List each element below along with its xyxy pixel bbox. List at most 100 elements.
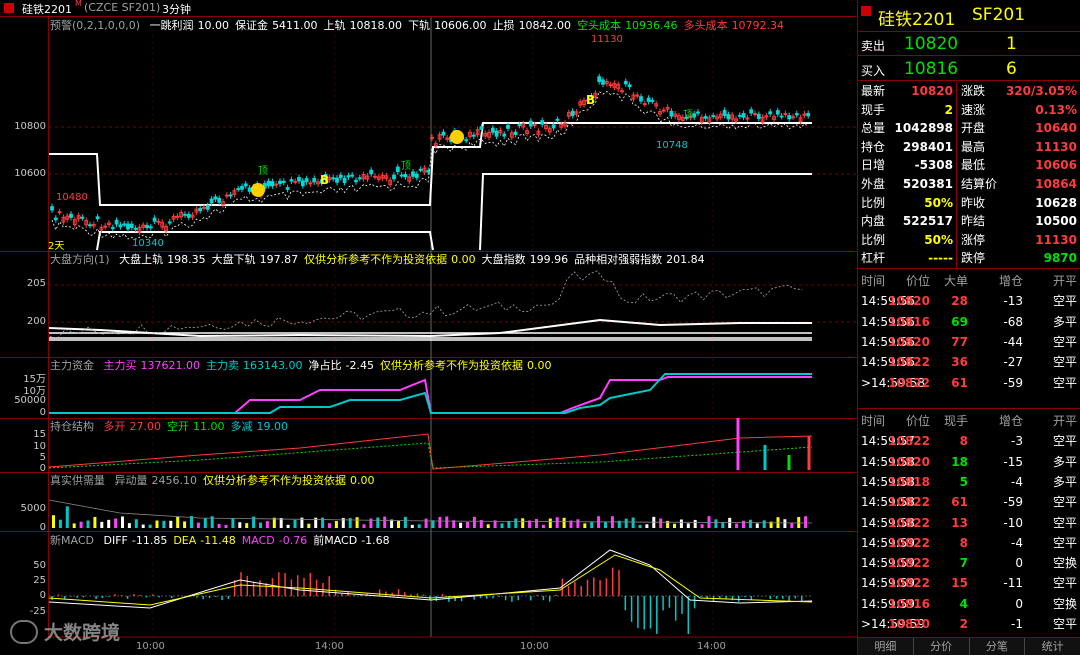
stat-label: 空头成本 [577, 19, 622, 32]
panel5-name[interactable]: 真实供需量 [50, 474, 105, 487]
quote-label: 外盘 [861, 177, 886, 191]
candle-body [156, 220, 161, 223]
stat-label: 一跳利润 [149, 19, 194, 32]
y-tick: 50000 [14, 395, 46, 406]
tick-cell: 7 [959, 556, 968, 571]
stat-value: -11.85 [131, 534, 168, 547]
candle-body [787, 115, 792, 120]
tick-cell: -68 [1003, 314, 1023, 329]
tick-row: 14:59:58 10818 5 -4 多平 [858, 472, 1080, 492]
y-tick: 25 [33, 575, 46, 586]
candle-body [354, 179, 358, 183]
candle-body [430, 136, 434, 139]
panel6-name[interactable]: 新MACD [50, 534, 94, 547]
volume-bar [58, 519, 62, 528]
candle-body [122, 223, 127, 226]
quote-value: 10820 [911, 84, 953, 98]
tab-price[interactable]: 分价 [913, 638, 970, 655]
candle-body [464, 139, 469, 142]
sell-price: 10820 [904, 34, 959, 54]
volume-bar [93, 516, 97, 528]
buy-volume: 6 [1006, 59, 1017, 79]
smiley-icon [450, 130, 464, 144]
volume-bar [631, 517, 635, 528]
candle-body [110, 227, 115, 230]
candle-body [304, 178, 309, 183]
volume-bar [797, 517, 801, 528]
quote-label: 杠杆 [861, 251, 886, 266]
tick-cell: 空平 [1052, 434, 1077, 449]
stat-value: 10.00 [197, 19, 230, 32]
x-tick: 14:00 [697, 641, 726, 652]
candle-body [741, 113, 746, 118]
tick-cell: -27 [1003, 355, 1023, 370]
candle-body [650, 99, 655, 102]
candle-body [517, 124, 522, 127]
column-header: 现手 [943, 414, 968, 428]
quote-label: 结算价 [961, 177, 998, 191]
volume-bar [279, 518, 283, 528]
panel2-name[interactable]: 大盘方向(1) [50, 253, 110, 266]
volume-bar [417, 524, 421, 528]
volume-bar [742, 520, 745, 528]
sell-volume: 1 [1006, 34, 1017, 54]
tick-cell: 15 [951, 576, 968, 591]
volume-bar [162, 520, 166, 528]
candle-body [392, 174, 396, 180]
panel-marker [861, 6, 871, 16]
candle-body [300, 180, 305, 187]
tick-cell: 0 [1015, 596, 1023, 611]
tick-cell: 10820 [888, 454, 930, 469]
candle-body [350, 174, 355, 177]
stat-label: 品种相对强弱指数 [574, 253, 663, 266]
tick-cell: 4 [959, 596, 968, 611]
quote-label: 日增 [861, 158, 886, 173]
volume-bar [334, 521, 338, 528]
quote-code: SF201 [972, 5, 1026, 25]
panel6-header: 新MACD DIFF -11.85 DEA -11.48 MACD -0.76 前MACD -… [50, 533, 396, 549]
volume-bar [541, 524, 545, 528]
tab-stats[interactable]: 统计 [1025, 638, 1080, 655]
stat-label: 仅供分析参考不作为投资依据 [304, 253, 448, 266]
top-signal: 顶 [683, 110, 693, 121]
quote-panel: 硅铁2201 SF201 卖出 10820 1 买入 10816 6 最新 108… [857, 0, 1080, 655]
volume-bar [624, 518, 628, 528]
sell-row[interactable]: 卖出 10820 1 [858, 32, 1080, 56]
panel3-name[interactable]: 主力资金 [50, 359, 94, 372]
candle-body [118, 224, 123, 228]
tab-detail[interactable]: 明细 [858, 638, 914, 655]
indicator-name[interactable]: 预警(0,2,1,0,0,0) [50, 19, 140, 32]
stat-value: 5411.00 [272, 19, 318, 32]
buy-row[interactable]: 买入 10816 6 [858, 57, 1080, 81]
stat-label: 多减 [230, 420, 253, 433]
volume-bar [52, 515, 55, 528]
candle-body [783, 113, 788, 116]
candle-body [186, 213, 191, 218]
tick-cell: 空换 [1052, 556, 1077, 571]
volume-bar [410, 524, 414, 528]
volume-bar [65, 506, 69, 528]
candle-body [308, 182, 313, 185]
candle-body [205, 205, 210, 210]
quote-value: ----- [928, 251, 953, 266]
tick-cell: 13 [951, 515, 968, 530]
tick-cell: 10816 [888, 596, 930, 611]
volume-bar [762, 520, 766, 528]
candle-body [753, 112, 757, 115]
stat-value: 19.00 [256, 420, 289, 433]
panel2-header: 大盘方向(1) 大盘上轨 198.35 大盘下轨 197.87 仅供分析参考不作为投资依… [50, 252, 711, 268]
candle-body [601, 79, 605, 85]
volume-bar [100, 521, 104, 528]
tab-tick[interactable]: 分笔 [969, 638, 1026, 655]
y-tick: -25 [29, 606, 46, 617]
panel4-name[interactable]: 持仓结构 [50, 420, 94, 433]
tick-cell: 空平 [1052, 375, 1077, 390]
volume-bar [321, 517, 325, 528]
candle-body [213, 196, 218, 200]
quote-value: 520381 [902, 177, 953, 191]
quote-value: 50% [924, 195, 953, 210]
volume-bar [576, 519, 580, 528]
chart-canvas[interactable] [0, 0, 857, 655]
strength-line [49, 270, 803, 339]
candle-body [281, 180, 286, 183]
